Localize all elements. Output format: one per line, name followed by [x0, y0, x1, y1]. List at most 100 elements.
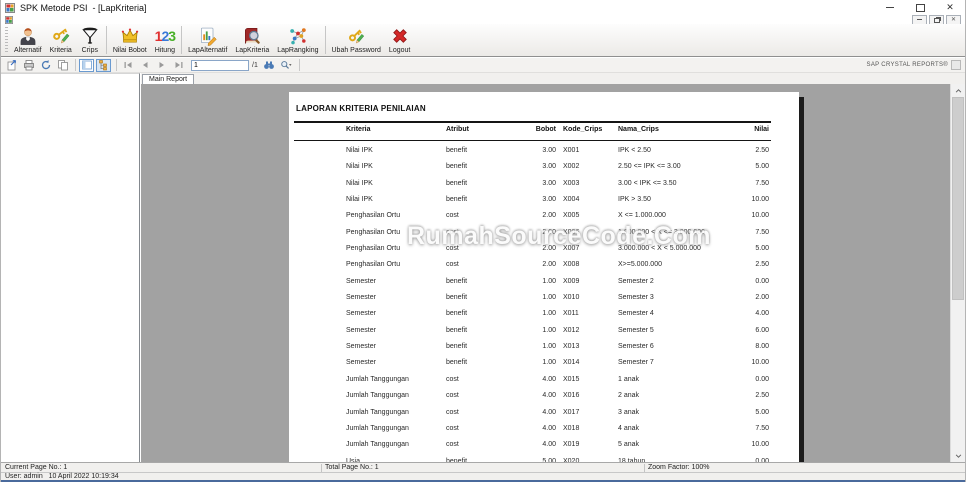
ubah-password-label: Ubah Password — [331, 47, 381, 54]
cell-nama_crips: 1.000.000 < X <= 3.000.000 — [618, 228, 705, 236]
report-chart-icon — [200, 27, 217, 46]
magnifier-icon — [281, 61, 292, 69]
cell-kode_crips: X018 — [563, 424, 580, 432]
sap-branding: SAP CRYSTAL REPORTS® — [867, 60, 965, 70]
scrollbar-thumb[interactable] — [952, 97, 964, 300]
person-icon — [20, 28, 36, 45]
cell-nama_crips: 2.50 <= IPK <= 3.00 — [618, 163, 681, 171]
scroll-up-button[interactable] — [951, 84, 965, 97]
toolbar-separator — [75, 59, 76, 71]
logout-button[interactable]: Logout — [385, 25, 414, 56]
cell-kode_crips: X015 — [563, 375, 580, 383]
cell-atribut: benefit — [446, 343, 468, 351]
cell-atribut: cost — [446, 212, 459, 220]
column-header-kriteria: Kriteria — [346, 126, 371, 133]
cell-nilai: 4.00 — [755, 310, 769, 318]
maximize-button[interactable] — [905, 0, 935, 15]
sap-logo-icon — [951, 60, 961, 70]
column-header-atribut: Atribut — [446, 126, 469, 133]
table-row: Nilai IPK benefit 3.00 X001 IPK < 2.50 2.50 — [289, 144, 799, 160]
lap-kriteria-button[interactable]: LapKriteria — [231, 25, 273, 56]
table-row: Semester benefit 1.00 X010 Semester 3 2.00 — [289, 291, 799, 307]
minimize-button[interactable] — [875, 0, 905, 15]
cell-kode_crips: X002 — [563, 163, 580, 171]
tab-main-report[interactable]: Main Report — [142, 74, 195, 84]
tab-strip: Main Report — [141, 73, 965, 84]
maximize-icon — [915, 3, 925, 12]
toolbar-separator — [116, 59, 117, 71]
export-button[interactable] — [4, 59, 19, 72]
next-page-icon — [159, 62, 164, 68]
cell-atribut: cost — [446, 228, 459, 236]
numbers-123-icon: 123 — [154, 28, 176, 44]
table-row: Jumlah Tanggungan cost 4.00 X018 4 anak 7.50 — [289, 422, 799, 438]
refresh-button[interactable] — [38, 59, 53, 72]
table-row: Nilai IPK benefit 3.00 X003 3.00 < IPK <= 3.… — [289, 177, 799, 193]
cell-kriteria: Jumlah Tanggungan — [346, 424, 409, 432]
hitung-button[interactable]: 123 Hitung — [151, 25, 179, 56]
nilai-bobot-button[interactable]: Nilai Bobot — [109, 25, 151, 56]
parameter-panel-icon — [81, 60, 92, 70]
page-number-input[interactable] — [191, 59, 249, 71]
table-row: Jumlah Tanggungan cost 4.00 X016 2 anak 2.50 — [289, 389, 799, 405]
mdi-minimize-button[interactable] — [912, 14, 927, 25]
toolbar-separator — [105, 26, 107, 54]
cell-atribut: benefit — [446, 277, 468, 285]
last-page-button[interactable] — [171, 59, 186, 72]
red-x-icon — [392, 29, 407, 43]
mdi-close-button[interactable]: ✕ — [946, 14, 961, 25]
toggle-parameter-panel-button[interactable] — [79, 58, 94, 72]
cell-kode_crips: X005 — [563, 212, 580, 220]
cell-kriteria: Penghasilan Ortu — [346, 261, 401, 269]
cell-kode_crips: X013 — [563, 343, 580, 351]
cell-nilai: 2.50 — [755, 261, 769, 269]
cell-nilai: 2.50 — [755, 147, 769, 154]
find-button[interactable] — [262, 59, 277, 72]
vertical-scrollbar[interactable] — [950, 84, 965, 462]
table-row: Penghasilan Ortu cost 2.00 X005 X <= 1.000.0… — [289, 209, 799, 225]
chevron-down-icon — [955, 453, 961, 458]
alternatif-button[interactable]: Alternatif — [10, 25, 46, 56]
report-rows: Nilai IPK benefit 3.00 X001 IPK < 2.50 2.50 Ni… — [289, 144, 799, 462]
close-button[interactable]: ✕ — [935, 0, 965, 15]
first-page-button[interactable] — [120, 59, 135, 72]
cell-nama_crips: Semester 6 — [618, 343, 654, 351]
next-page-button[interactable] — [154, 59, 169, 72]
cell-nama_crips: Semester 5 — [618, 326, 654, 334]
table-row: Semester benefit 1.00 X012 Semester 5 6.00 — [289, 324, 799, 340]
previous-page-button[interactable] — [137, 59, 152, 72]
zoom-button[interactable] — [279, 59, 294, 72]
copy-button[interactable] — [55, 59, 70, 72]
crips-button[interactable]: Crips — [76, 25, 104, 56]
toggle-group-tree-button[interactable] — [96, 58, 111, 72]
lap-alternatif-button[interactable]: LapAlternatif — [184, 25, 231, 56]
toolbar-separator — [324, 26, 326, 54]
minimize-icon — [886, 7, 894, 8]
cell-nilai: 6.00 — [755, 326, 769, 334]
cell-atribut: cost — [446, 424, 459, 432]
cell-atribut: cost — [446, 245, 459, 253]
scroll-down-button[interactable] — [951, 449, 965, 462]
cell-atribut: cost — [446, 408, 459, 416]
mdi-minimize-icon — [917, 19, 922, 20]
kriteria-button[interactable]: Kriteria — [46, 25, 76, 56]
cell-kode_crips: X009 — [563, 277, 580, 285]
cell-bobot: 2.00 — [542, 245, 556, 253]
mdi-close-icon: ✕ — [950, 16, 957, 23]
cell-kode_crips: X014 — [563, 359, 580, 367]
cell-kriteria: Nilai IPK — [346, 179, 373, 187]
book-magnifier-icon — [245, 28, 261, 44]
mdi-menu-row: ✕ — [1, 14, 965, 25]
application-status-bar: User: admin 10 April 2022 10:19:34 — [1, 472, 965, 482]
cell-nama_crips: Semester 2 — [618, 277, 654, 285]
cell-kode_crips: X008 — [563, 261, 580, 269]
lap-rangking-button[interactable]: LapRangking — [273, 25, 322, 56]
mdi-restore-button[interactable] — [929, 14, 944, 25]
cell-kode_crips: X016 — [563, 392, 580, 400]
print-button[interactable] — [21, 59, 36, 72]
ubah-password-button[interactable]: Ubah Password — [328, 25, 385, 56]
cell-atribut: cost — [446, 261, 459, 269]
cell-bobot: 1.00 — [542, 294, 556, 302]
cell-kriteria: Semester — [346, 326, 376, 334]
cell-bobot: 4.00 — [542, 375, 556, 383]
